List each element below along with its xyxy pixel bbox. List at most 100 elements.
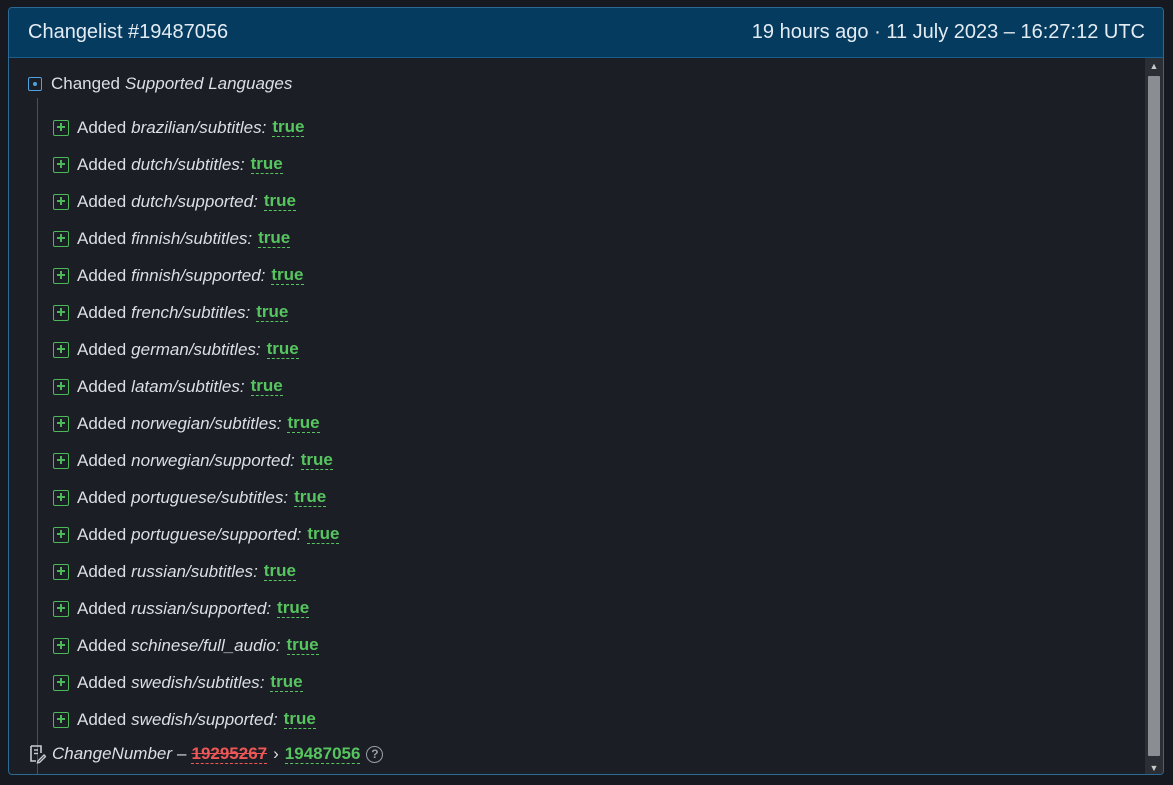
changelist-header: Changelist #19487056 19 hours ago · 11 J…: [9, 8, 1163, 58]
list-item: Added russian/subtitles: true: [53, 553, 339, 590]
item-verb: Added: [77, 191, 127, 211]
item-key: dutch/subtitles: [131, 154, 240, 174]
item-verb: Added: [77, 561, 127, 581]
change-number-row: ChangeNumber – 19295267 › 19487056 ?: [28, 743, 384, 765]
item-verb: Added: [77, 635, 127, 655]
item-colon: :: [266, 598, 272, 618]
new-change-number[interactable]: 19487056: [284, 744, 361, 764]
item-value[interactable]: true: [286, 636, 319, 655]
item-verb: Added: [77, 154, 127, 174]
item-value[interactable]: true: [263, 562, 296, 581]
scroll-down-arrow-icon[interactable]: ▼: [1145, 760, 1163, 774]
plus-box-icon: [53, 526, 69, 543]
item-verb: Added: [77, 265, 127, 285]
item-key: schinese/full_audio: [131, 635, 276, 655]
list-item: Added french/subtitles: true: [53, 294, 339, 331]
old-change-number[interactable]: 19295267: [191, 744, 268, 764]
item-value[interactable]: true: [283, 710, 316, 729]
item-colon: :: [247, 228, 253, 248]
plus-box-icon: [53, 563, 69, 580]
item-value[interactable]: true: [272, 118, 305, 137]
list-item: Added russian/supported: true: [53, 590, 339, 627]
plus-box-icon: [53, 674, 69, 691]
item-key: norwegian/subtitles: [131, 413, 277, 433]
change-arrow: ›: [273, 744, 279, 763]
item-value[interactable]: true: [250, 377, 283, 396]
item-key: swedish/supported: [131, 709, 273, 729]
item-value[interactable]: true: [294, 488, 327, 507]
item-key: latam/subtitles: [131, 376, 240, 396]
list-item: Added dutch/subtitles: true: [53, 146, 339, 183]
item-key: portuguese/subtitles: [131, 487, 284, 507]
scroll-up-arrow-icon[interactable]: ▲: [1145, 58, 1163, 74]
plus-box-icon: [53, 452, 69, 469]
item-verb: Added: [77, 376, 127, 396]
item-colon: :: [255, 339, 261, 359]
item-value[interactable]: true: [266, 340, 299, 359]
item-value[interactable]: true: [250, 155, 283, 174]
plus-box-icon: [53, 119, 69, 136]
item-verb: Added: [77, 339, 127, 359]
plus-box-icon: [53, 711, 69, 728]
help-circle-icon[interactable]: ?: [366, 745, 384, 763]
item-value[interactable]: true: [271, 266, 304, 285]
item-key: finnish/supported: [131, 265, 261, 285]
list-item: Added brazilian/subtitles: true: [53, 109, 339, 146]
item-key: finnish/subtitles: [131, 228, 248, 248]
root-verb: Changed: [51, 74, 121, 93]
item-value[interactable]: true: [307, 525, 340, 544]
item-value[interactable]: true: [256, 303, 289, 322]
item-colon: :: [253, 561, 258, 581]
item-colon: :: [260, 265, 266, 285]
changelist-title[interactable]: Changelist #19487056: [28, 21, 228, 44]
item-value[interactable]: true: [300, 451, 333, 470]
item-verb: Added: [77, 709, 127, 729]
plus-box-icon: [53, 193, 69, 210]
item-value[interactable]: true: [277, 599, 310, 618]
item-key: german/subtitles: [131, 339, 256, 359]
item-key: portuguese/supported: [131, 524, 297, 544]
changed-section-row: Changed Supported Languages: [28, 74, 292, 94]
scrollbar-thumb[interactable]: [1148, 76, 1160, 756]
plus-box-icon: [53, 489, 69, 506]
change-number-dash: –: [177, 744, 187, 763]
item-colon: :: [245, 302, 251, 322]
collapse-box-icon[interactable]: [28, 77, 42, 91]
item-verb: Added: [77, 487, 127, 507]
item-value[interactable]: true: [258, 229, 291, 248]
item-colon: :: [253, 191, 258, 211]
plus-box-icon: [53, 415, 69, 432]
item-value[interactable]: true: [287, 414, 320, 433]
item-value[interactable]: true: [263, 192, 296, 211]
changelist-timestamp[interactable]: 19 hours ago · 11 July 2023 – 16:27:12 U…: [752, 21, 1145, 44]
list-item: Added swedish/subtitles: true: [53, 664, 339, 701]
item-key: norwegian/supported: [131, 450, 290, 470]
plus-box-icon: [53, 230, 69, 247]
list-item: Added norwegian/subtitles: true: [53, 405, 339, 442]
added-items-list: Added brazilian/subtitles: true Added dutch/…: [53, 109, 340, 738]
list-item: Added norwegian/supported: true: [53, 442, 339, 479]
item-colon: :: [259, 672, 265, 692]
item-colon: :: [239, 154, 245, 174]
plus-box-icon: [53, 341, 69, 358]
changelist-body: Changed Supported Languages Added brazili…: [9, 58, 1163, 774]
plus-box-icon: [53, 304, 69, 321]
item-verb: Added: [77, 302, 127, 322]
tree-guide-line: [37, 98, 38, 774]
item-key: russian/subtitles: [131, 561, 254, 581]
vertical-scrollbar[interactable]: ▲ ▼: [1145, 58, 1163, 774]
item-verb: Added: [77, 413, 127, 433]
item-verb: Added: [77, 450, 127, 470]
plus-box-icon: [53, 267, 69, 284]
plus-box-icon: [53, 637, 69, 654]
item-colon: :: [283, 487, 289, 507]
item-colon: :: [239, 376, 245, 396]
changes-content: Changed Supported Languages Added brazili…: [9, 58, 1145, 774]
item-colon: :: [296, 524, 302, 544]
item-verb: Added: [77, 524, 127, 544]
item-colon: :: [276, 413, 282, 433]
list-item: Added swedish/supported: true: [53, 701, 339, 738]
item-value[interactable]: true: [270, 673, 303, 692]
list-item: Added finnish/subtitles: true: [53, 220, 339, 257]
list-item: Added finnish/supported: true: [53, 257, 339, 294]
